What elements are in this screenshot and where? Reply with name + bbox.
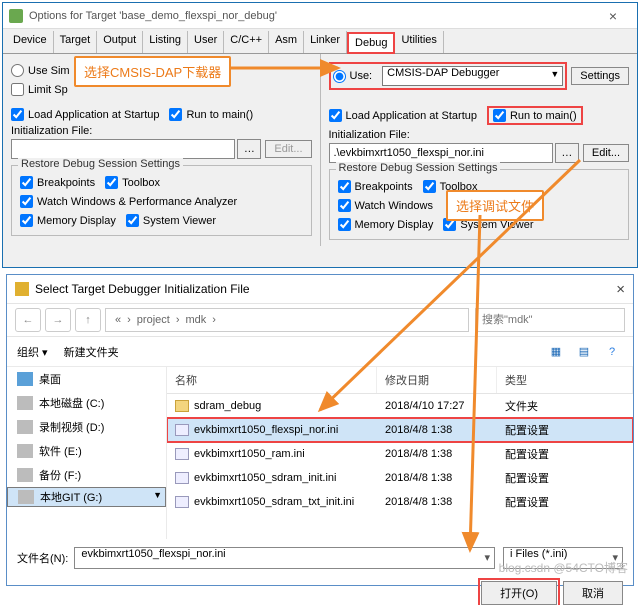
file-header: 名称 修改日期 类型: [167, 367, 633, 394]
sidebar-item-desktop[interactable]: 桌面: [7, 367, 166, 391]
tb-check-l[interactable]: Toolbox: [105, 176, 160, 189]
tab-user[interactable]: User: [188, 31, 224, 53]
run-main-check-l[interactable]: Run to main(): [169, 108, 253, 121]
tab-ccpp[interactable]: C/C++: [224, 31, 269, 53]
restore-title-r: Restore Debug Session Settings: [336, 162, 501, 174]
close-icon[interactable]: ×: [595, 8, 631, 24]
back-button[interactable]: ←: [15, 308, 41, 332]
bp-check-l[interactable]: Breakpoints: [20, 176, 95, 189]
md-check-r[interactable]: Memory Display: [338, 218, 434, 231]
dialog-buttons: 打开(O) 取消: [7, 577, 633, 605]
new-folder-button[interactable]: 新建文件夹: [64, 344, 119, 360]
tab-device[interactable]: Device: [7, 31, 54, 53]
sidebar-item-g[interactable]: 本地GIT (G:): [7, 487, 166, 507]
up-button[interactable]: ↑: [75, 308, 101, 332]
watermark: blog.csdn @54CTO博客: [499, 559, 628, 576]
tab-target[interactable]: Target: [54, 31, 98, 53]
file-row-selected[interactable]: evkbimxrt1050_flexspi_nor.ini 2018/4/8 1…: [167, 418, 633, 442]
dialog-icon: [15, 282, 29, 296]
fwd-button[interactable]: →: [45, 308, 71, 332]
browse-button-r[interactable]: …: [555, 143, 579, 163]
sidebar-item-c[interactable]: 本地磁盘 (C:): [7, 391, 166, 415]
nav-row: ← → ↑ «› project› mdk›: [7, 303, 633, 337]
init-file-label-l: Initialization File:: [11, 125, 92, 137]
sidebar-item-f[interactable]: 备份 (F:): [7, 463, 166, 487]
edit-button-l[interactable]: Edit...: [265, 140, 311, 158]
restore-title-l: Restore Debug Session Settings: [18, 158, 183, 170]
toolbar: 组织 ▾ 新建文件夹 ▦ ▤ ?: [7, 337, 633, 367]
dialog-body: 桌面 本地磁盘 (C:) 录制视频 (D:) 软件 (E:) 备份 (F:) 本…: [7, 367, 633, 539]
settings-button[interactable]: Settings: [571, 67, 629, 85]
search-input[interactable]: [475, 308, 625, 332]
col-name[interactable]: 名称: [167, 367, 377, 393]
init-file-input-r[interactable]: [329, 143, 553, 163]
file-row[interactable]: evkbimxrt1050_sdram_txt_init.ini 2018/4/…: [167, 490, 633, 514]
run-main-check-r[interactable]: Run to main(): [487, 106, 583, 125]
sidebar-item-e[interactable]: 软件 (E:): [7, 439, 166, 463]
file-row[interactable]: sdram_debug 2018/4/10 17:27文件夹: [167, 394, 633, 418]
use-debugger-radio[interactable]: Use:: [333, 70, 373, 83]
ww-check-r[interactable]: Watch Windows: [338, 199, 433, 212]
init-file-input-l[interactable]: [11, 139, 235, 159]
tab-output[interactable]: Output: [97, 31, 143, 53]
open-button[interactable]: 打开(O): [481, 581, 557, 605]
restore-group-l: Restore Debug Session Settings Breakpoin…: [11, 165, 312, 236]
file-row[interactable]: evkbimxrt1050_sdram_init.ini 2018/4/8 1:…: [167, 466, 633, 490]
app-icon: [9, 9, 23, 23]
browse-button-l[interactable]: …: [237, 139, 261, 159]
sidebar: 桌面 本地磁盘 (C:) 录制视频 (D:) 软件 (E:) 备份 (F:) 本…: [7, 367, 167, 539]
file-dialog: Select Target Debugger Initialization Fi…: [6, 274, 634, 586]
annotation-2: 选择调试文件: [446, 190, 544, 221]
breadcrumb[interactable]: «› project› mdk›: [105, 308, 469, 332]
sv-check-l[interactable]: System Viewer: [126, 214, 216, 227]
sidebar-item-d[interactable]: 录制视频 (D:): [7, 415, 166, 439]
col-date[interactable]: 修改日期: [377, 367, 497, 393]
filename-combo[interactable]: evkbimxrt1050_flexspi_nor.ini: [74, 547, 495, 569]
cancel-button[interactable]: 取消: [563, 581, 623, 605]
debugger-select[interactable]: CMSIS-DAP Debugger: [382, 66, 563, 86]
tab-linker[interactable]: Linker: [304, 31, 347, 53]
dialog-title: Select Target Debugger Initialization Fi…: [35, 282, 585, 296]
tab-utilities[interactable]: Utilities: [395, 31, 443, 53]
ww-check-l[interactable]: Watch Windows & Performance Analyzer: [20, 195, 237, 208]
titlebar: Options for Target 'base_demo_flexspi_no…: [3, 3, 637, 29]
file-list: 名称 修改日期 类型 sdram_debug 2018/4/10 17:27文件…: [167, 367, 633, 539]
annotation-1: 选择CMSIS-DAP下载器: [74, 56, 231, 87]
filename-label: 文件名(N):: [17, 550, 68, 566]
tab-debug[interactable]: Debug: [347, 32, 395, 54]
dialog-titlebar: Select Target Debugger Initialization Fi…: [7, 275, 633, 303]
help-icon[interactable]: ?: [601, 342, 623, 362]
options-window: Options for Target 'base_demo_flexspi_no…: [2, 2, 638, 268]
tab-asm[interactable]: Asm: [269, 31, 304, 53]
col-type[interactable]: 类型: [497, 367, 633, 393]
file-row[interactable]: evkbimxrt1050_ram.ini 2018/4/8 1:38配置设置: [167, 442, 633, 466]
use-debugger-box: Use: CMSIS-DAP Debugger: [329, 62, 568, 90]
dialog-close-icon[interactable]: ×: [585, 281, 625, 298]
md-check-l[interactable]: Memory Display: [20, 214, 116, 227]
tab-listing[interactable]: Listing: [143, 31, 188, 53]
edit-button-r[interactable]: Edit...: [583, 144, 629, 162]
bp-check-r[interactable]: Breakpoints: [338, 180, 413, 193]
view-icon[interactable]: ▦: [545, 342, 567, 362]
load-app-check-r[interactable]: Load Application at Startup: [329, 109, 477, 122]
details-icon[interactable]: ▤: [573, 342, 595, 362]
tab-bar: Device Target Output Listing User C/C++ …: [3, 29, 637, 54]
organize-menu[interactable]: 组织 ▾: [17, 344, 48, 360]
use-simulator-radio[interactable]: Use Sim: [11, 64, 70, 77]
init-file-label-r: Initialization File:: [329, 129, 410, 141]
load-app-check-l[interactable]: Load Application at Startup: [11, 108, 159, 121]
window-title: Options for Target 'base_demo_flexspi_no…: [29, 10, 595, 22]
limit-speed-check[interactable]: Limit Sp: [11, 83, 68, 96]
